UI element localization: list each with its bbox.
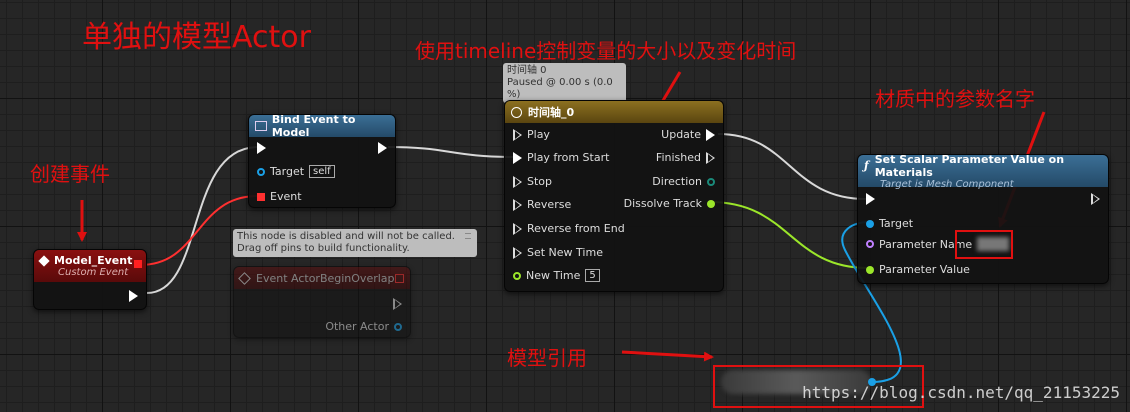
timeline-node[interactable]: 时间轴_0 Play Play from Start Stop Reverse … [504,100,724,292]
exec-out-pin[interactable] [393,298,402,310]
bind-event-node[interactable]: Bind Event to Model Target self Event [248,113,396,208]
model-event-header: Model_Event Custom Event [34,250,146,282]
set-scalar-header: ƒ Set Scalar Parameter Value on Material… [858,152,1108,190]
pin-label: Reverse from End [527,222,625,235]
disabled-tooltip: This node is disabled and will not be ca… [233,229,477,257]
watermark: https://blog.csdn.net/qq_21153225 [802,383,1120,402]
function-icon: ƒ [864,159,869,172]
target-pin[interactable]: Target self [257,165,335,178]
parameter-value-label: Parameter Value [879,263,970,276]
pin-label: Play from Start [527,151,610,164]
exec-wire [387,146,516,158]
model-event-subtitle: Custom Event [58,267,129,278]
tooltip-line: This node is disabled and will not be ca… [237,231,455,242]
pin-label: Stop [527,175,553,188]
pin-label: Reverse [527,198,572,211]
exec-out-pin[interactable] [378,142,387,154]
set-scalar-title: Set Scalar Parameter Value on Materials [874,152,1065,179]
new-time-value[interactable]: 5 [585,269,600,282]
exec-in-pin[interactable] [257,142,266,154]
pin-label: Update [661,128,701,141]
timeline-title: 时间轴_0 [528,106,575,119]
timeline-tooltip: 时间轴 0 Paused @ 0.00 s (0.0 %) [503,63,626,103]
disabled-event-title: Event ActorBeginOverlap [256,271,395,285]
tooltip-line: Paused @ 0.00 s (0.0 %) [507,77,613,100]
pin-label: Play [527,128,550,141]
disabled-event-header: Event ActorBeginOverlap [234,267,410,289]
set-scalar-target-pin[interactable]: Target [866,217,913,230]
target-value[interactable]: self [309,165,335,178]
timeline-output-finished[interactable]: Finished [656,151,715,164]
timeline-input-stop[interactable]: Stop [513,175,552,188]
timeline-input-play[interactable]: Play [513,128,550,141]
timeline-header: 时间轴_0 [505,101,723,123]
exec-out-pin[interactable] [129,290,138,302]
pin-label: Direction [652,175,702,188]
event-pin[interactable]: Event [257,190,302,203]
delegate-square-icon [257,192,265,201]
set-scalar-node[interactable]: ƒ Set Scalar Parameter Value on Material… [857,152,1109,284]
tooltip-line: 时间轴 0 [507,65,547,76]
timeline-input-set-new-time[interactable]: Set New Time [513,246,603,259]
timeline-output-direction[interactable]: Direction [652,175,715,188]
event-label: Event [270,190,302,203]
disabled-event-node[interactable]: Event ActorBeginOverlap Other Actor [233,266,411,338]
clock-icon [511,106,522,118]
delegate-pin[interactable] [395,274,404,283]
timeline-input-reverse[interactable]: Reverse [513,198,571,211]
bind-event-header: Bind Event to Model [249,113,395,139]
timeline-input-reverse-from-end[interactable]: Reverse from End [513,222,625,235]
other-actor-pin[interactable]: Other Actor [325,320,402,333]
new-time-pin[interactable]: New Time 5 [513,269,600,282]
timeline-input-play-from-start[interactable]: Play from Start [513,151,609,164]
new-time-label: New Time [526,269,581,282]
event-diamond-icon [238,271,251,285]
target-label: Target [879,217,914,230]
event-diamond-icon [38,254,50,267]
exec-out-pin[interactable] [1091,193,1100,205]
timeline-output-update[interactable]: Update [661,128,715,141]
pin-label: Dissolve Track [623,197,702,210]
parameter-value-pin[interactable]: Parameter Value [866,263,970,276]
set-scalar-subtitle: Target is Mesh Component [880,178,1014,190]
tooltip-scroll-handle[interactable] [465,233,471,239]
model-event-node[interactable]: Model_Event Custom Event [33,249,147,310]
delegate-pin[interactable] [134,260,142,268]
pin-label: Set New Time [527,246,603,259]
exec-wire [717,133,867,200]
param-name-highlight [955,230,1013,259]
tooltip-line: Drag off pins to build functionality. [237,243,410,254]
other-actor-label: Other Actor [325,320,389,333]
function-node-icon [255,121,267,131]
pin-label: Finished [655,151,701,164]
float-wire [709,201,869,269]
timeline-output-dissolve-track[interactable]: Dissolve Track [624,197,715,210]
bind-event-title: Bind Event to Model [271,113,356,139]
exec-in-pin[interactable] [866,193,875,205]
model-event-title: Model_Event [54,254,133,267]
target-label: Target [270,165,305,178]
annotation-arrow [621,350,714,362]
